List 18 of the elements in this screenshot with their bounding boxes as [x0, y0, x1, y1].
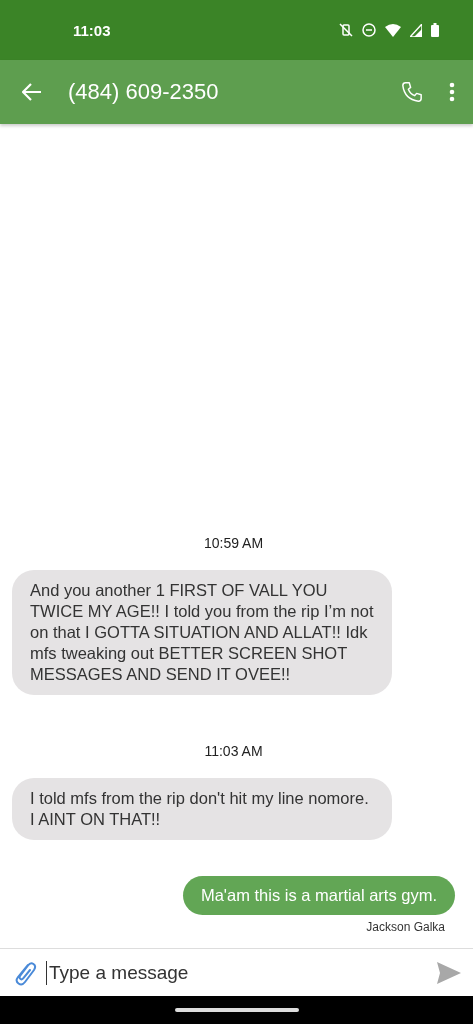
phone-icon[interactable] [401, 81, 423, 103]
timestamp: 11:03 AM [204, 743, 263, 759]
vibrate-off-icon [339, 23, 353, 37]
clock-time: 11:03 [73, 21, 112, 39]
sent-message-bubble: Ma'am this is a martial arts gym. [182, 876, 455, 915]
back-arrow-icon[interactable] [22, 83, 42, 101]
do-not-disturb-icon [362, 23, 376, 37]
sender-name: Jackson Galka [366, 920, 445, 934]
timestamp: 10:59 AM [203, 535, 264, 551]
received-message-bubble: And you another 1 FIRST OF VALL YOU TWICE MY AGE!! I told you from the rip I’m not on that I GOTTA SITUATION AND ALLAT!! Idk mfs tweaking out BETTER SCREEN SHOT MESSAGES AND SEND IT OVEE!! [12, 570, 392, 695]
contact-title: (484) 609-2350 [68, 79, 220, 105]
wifi-icon [385, 23, 401, 37]
signal-icon [410, 23, 422, 37]
battery-icon [431, 23, 439, 37]
message-input[interactable]: Type a message [46, 960, 429, 985]
received-message-bubble: I told mfs from the rip don't hit my line nomore. I AINT ON THAT!! [12, 778, 392, 840]
more-options-icon[interactable] [449, 82, 455, 102]
send-icon[interactable] [437, 961, 461, 984]
